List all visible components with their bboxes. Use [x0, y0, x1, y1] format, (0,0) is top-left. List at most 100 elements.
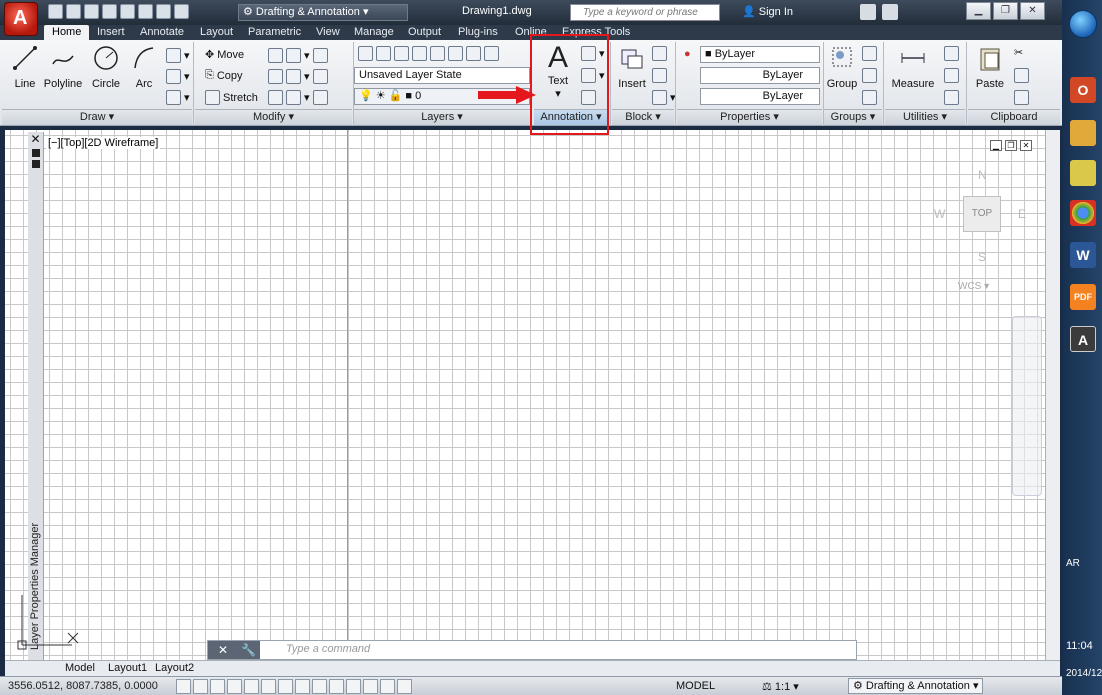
viewcube-top[interactable]: TOP	[963, 196, 1001, 232]
mirror-tool[interactable]: ▾	[268, 69, 328, 84]
quick-select-tool[interactable]	[944, 46, 959, 61]
layer-previous-icon[interactable]	[412, 46, 427, 61]
properties-panel-title[interactable]: Properties ▾	[677, 109, 822, 125]
layer-off-icon[interactable]	[484, 46, 499, 61]
transparency-icon[interactable]	[363, 679, 378, 694]
help-icon[interactable]	[882, 4, 898, 20]
layer-freeze-icon[interactable]	[466, 46, 481, 61]
pdf-icon[interactable]: PDF	[1070, 284, 1096, 310]
palette-autohide-icon[interactable]	[31, 149, 40, 157]
command-customize-icon[interactable]: 🔧	[231, 643, 256, 657]
open-icon[interactable]	[66, 4, 81, 19]
color-select[interactable]: ■ ByLayer	[700, 46, 820, 63]
viewport-close-icon[interactable]: ✕	[1020, 140, 1032, 151]
tab-parametric[interactable]: Parametric	[248, 25, 301, 40]
rotate-tool[interactable]: ▾	[268, 48, 328, 63]
paste-button[interactable]: Paste	[972, 44, 1008, 90]
annotation-scale[interactable]: ⚖ 1:1 ▾	[762, 680, 799, 693]
object-snap-tracking-icon[interactable]	[295, 679, 310, 694]
autocad-taskbar-icon[interactable]: A	[1070, 326, 1096, 352]
viewport-maximize-icon[interactable]: ❐	[1005, 140, 1017, 151]
command-input[interactable]: Type a command	[286, 643, 370, 655]
ortho-mode-icon[interactable]	[227, 679, 242, 694]
region-tool[interactable]: ▾	[166, 90, 190, 105]
drawing-canvas[interactable]	[5, 130, 1045, 660]
infer-constraints-icon[interactable]	[176, 679, 191, 694]
clock-time[interactable]: 11:04	[1066, 640, 1093, 652]
hatch-tool[interactable]: ▾	[166, 69, 190, 84]
lineweight-select[interactable]: ByLayer	[700, 88, 820, 105]
block-panel-title[interactable]: Block ▾	[612, 109, 674, 125]
tab-home[interactable]: Home	[44, 25, 90, 40]
tab-annotate[interactable]: Annotate	[140, 25, 184, 40]
keyword-search-input[interactable]: Type a keyword or phrase	[570, 4, 720, 21]
move-button[interactable]: ✥ Move	[205, 48, 244, 62]
workspace-switch[interactable]: ⚙ Drafting & Annotation ▾	[848, 678, 984, 694]
sign-in-link[interactable]: 👤 Sign In	[742, 5, 793, 18]
selection-cycling-icon[interactable]	[397, 679, 412, 694]
dynamic-input-icon[interactable]	[329, 679, 344, 694]
tab-layout1[interactable]: Layout1	[108, 662, 147, 674]
clock-date[interactable]: 2014/12/	[1066, 668, 1102, 679]
save-icon[interactable]	[84, 4, 99, 19]
calculator-tool[interactable]	[944, 90, 959, 105]
edit-block-tool[interactable]	[652, 68, 667, 83]
coordinate-readout[interactable]: 3556.0512, 8087.7385, 0.0000	[8, 680, 158, 692]
palette-menu-icon[interactable]	[31, 160, 40, 168]
restore-button[interactable]: ❐	[993, 2, 1018, 20]
groups-panel-title[interactable]: Groups ▾	[824, 109, 882, 125]
copy-with-base-tool[interactable]	[1014, 90, 1029, 105]
start-button-icon[interactable]	[1069, 10, 1097, 38]
match-properties-icon[interactable]: ●	[684, 48, 691, 60]
dynamic-ucs-icon[interactable]	[312, 679, 327, 694]
sticky-notes-icon[interactable]	[1070, 160, 1096, 186]
tab-manage[interactable]: Manage	[354, 25, 394, 40]
modify-panel-title[interactable]: Modify ▾	[195, 109, 352, 125]
copy-clip-tool[interactable]	[1014, 68, 1029, 83]
close-button[interactable]: ✕	[1020, 2, 1045, 20]
viewport-minimize-icon[interactable]: ▁	[990, 140, 1002, 151]
wcs-menu[interactable]: WCS ▾	[958, 281, 989, 292]
draw-panel-title[interactable]: Draw ▾	[2, 109, 192, 125]
group-edit-tool[interactable]	[862, 68, 877, 83]
cut-tool[interactable]: ✂	[1014, 46, 1023, 59]
snap-mode-icon[interactable]	[193, 679, 208, 694]
attribute-tool[interactable]: ▾	[652, 90, 676, 105]
grid-display-icon[interactable]	[210, 679, 225, 694]
redo-icon[interactable]	[174, 4, 189, 19]
select-all-tool[interactable]	[944, 68, 959, 83]
group-select-tool[interactable]	[862, 90, 877, 105]
lineweight-icon[interactable]	[346, 679, 361, 694]
create-block-tool[interactable]	[652, 46, 667, 61]
scale-tool[interactable]: ▾	[268, 90, 328, 105]
print-icon[interactable]	[138, 4, 153, 19]
tab-insert[interactable]: Insert	[97, 25, 125, 40]
layer-isolate-icon[interactable]	[430, 46, 445, 61]
layer-state-select[interactable]: Unsaved Layer State	[354, 67, 530, 84]
quick-properties-icon[interactable]	[380, 679, 395, 694]
outlook-icon[interactable]: O	[1070, 77, 1096, 103]
utilities-panel-title[interactable]: Utilities ▾	[885, 109, 965, 125]
file-explorer-icon[interactable]	[1070, 120, 1096, 146]
word-icon[interactable]: W	[1070, 242, 1096, 268]
viewcube-north[interactable]: N	[978, 168, 987, 182]
copy-button[interactable]: ⎘ Copy	[205, 69, 243, 82]
make-current-icon[interactable]	[376, 46, 391, 61]
rectangle-tool[interactable]: ▾	[166, 48, 190, 63]
viewcube-east[interactable]: E	[1018, 207, 1026, 221]
stretch-button[interactable]: Stretch	[205, 90, 258, 105]
layer-properties-icon[interactable]	[358, 46, 373, 61]
command-close-icon[interactable]: ✕	[208, 643, 228, 657]
ungroup-tool[interactable]	[862, 46, 877, 61]
workspace-select[interactable]: ⚙ Drafting & Annotation ▾	[238, 4, 408, 21]
viewport-controls-label[interactable]: [−][Top][2D Wireframe]	[46, 137, 161, 149]
clipboard-panel-title[interactable]: Clipboard	[968, 109, 1060, 125]
linetype-select[interactable]: ByLayer	[700, 67, 820, 84]
model-space-toggle[interactable]: MODEL	[676, 680, 715, 692]
save-as-icon[interactable]	[102, 4, 117, 19]
vertical-scrollbar[interactable]	[1045, 130, 1060, 660]
tab-model[interactable]: Model	[65, 662, 95, 674]
insert-button[interactable]: Insert	[614, 44, 650, 90]
palette-close-icon[interactable]: ✕	[28, 132, 43, 146]
object-snap-icon[interactable]	[261, 679, 276, 694]
